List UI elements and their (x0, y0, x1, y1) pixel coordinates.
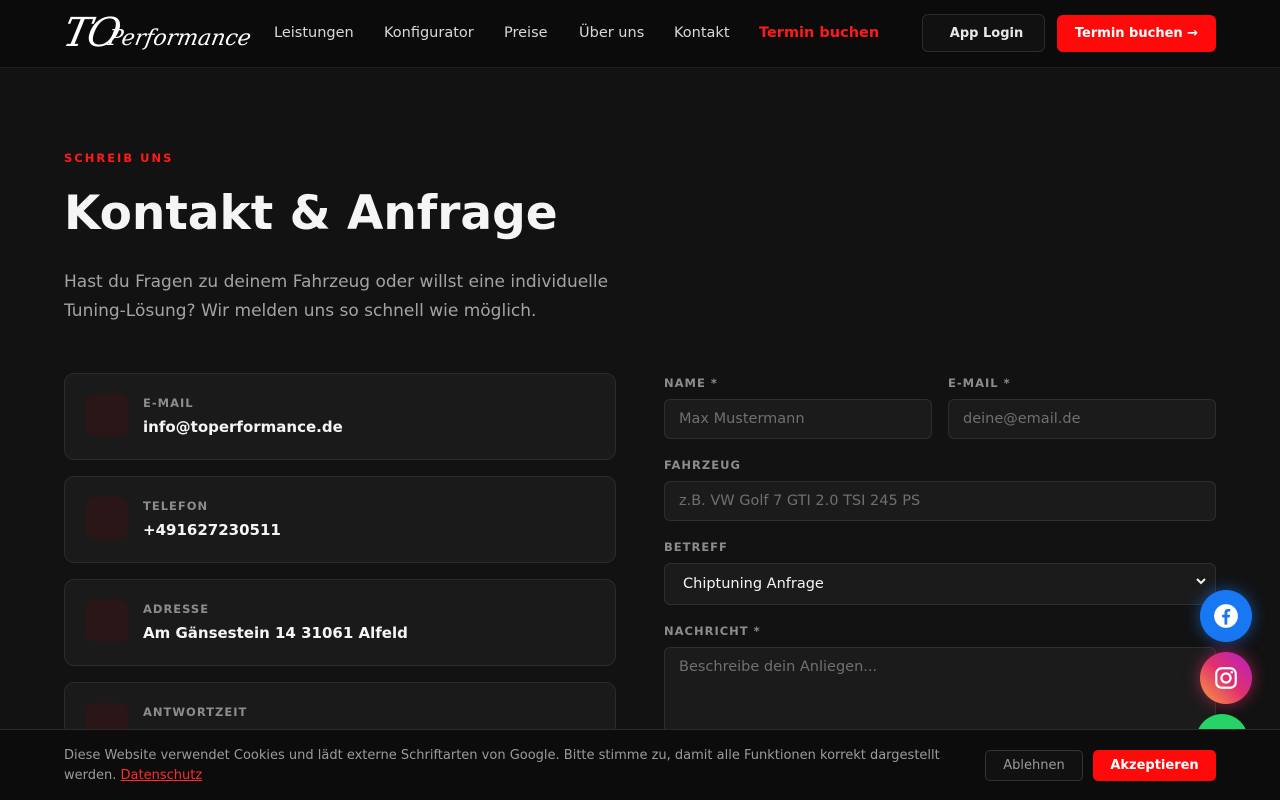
map-pin-icon (86, 600, 128, 642)
contact-value: Am Gänsestein 14 31061 Alfeld (143, 624, 408, 642)
facebook-button[interactable] (1200, 590, 1252, 642)
subject-select[interactable]: Chiptuning Anfrage (664, 563, 1216, 605)
contact-card-email[interactable]: E-MAIL info@toperformance.de (64, 373, 616, 460)
section-eyebrow: SCHREIB UNS (64, 151, 174, 165)
chevron-down-icon (1195, 575, 1207, 590)
app-login-button[interactable]: App Login (922, 14, 1045, 52)
nav-kontakt[interactable]: Kontakt (674, 25, 730, 41)
name-input[interactable]: Max Mustermann (664, 399, 932, 439)
logo[interactable]: TO Performance (59, 8, 253, 58)
vehicle-input[interactable]: z.B. VW Golf 7 GTI 2.0 TSI 245 PS (664, 481, 1216, 521)
nav-preise[interactable]: Preise (504, 25, 548, 41)
contact-label: ADRESSE (143, 602, 210, 616)
nav-konfigurator[interactable]: Konfigurator (384, 25, 474, 41)
site-header: TO Performance Leistungen Konfigurator P… (0, 0, 1280, 68)
app-login-label: App Login (949, 25, 1024, 41)
vehicle-label: FAHRZEUG (664, 458, 741, 472)
contact-value: info@toperformance.de (143, 418, 343, 436)
page-title: Kontakt & Anfrage (64, 186, 558, 241)
contact-label: TELEFON (143, 499, 209, 513)
logo-text: Performance (105, 26, 253, 51)
decline-cookies-button[interactable]: Ablehnen (985, 750, 1083, 781)
privacy-link[interactable]: Datenschutz (121, 768, 203, 783)
instagram-button[interactable] (1200, 652, 1252, 704)
book-appointment-button[interactable]: Termin buchen → (1057, 15, 1216, 52)
cookie-banner: Diese Website verwendet Cookies und lädt… (0, 729, 1280, 800)
contact-label: ANTWORTZEIT (143, 705, 248, 719)
message-label: NACHRICHT * (664, 624, 761, 638)
email-label: E-MAIL * (948, 376, 1011, 390)
nav-leistungen[interactable]: Leistungen (274, 25, 354, 41)
contact-card-address[interactable]: ADRESSE Am Gänsestein 14 31061 Alfeld (64, 579, 616, 666)
facebook-icon (1214, 604, 1238, 628)
cookie-text: Diese Website verwendet Cookies und lädt… (64, 746, 964, 785)
accept-cookies-button[interactable]: Akzeptieren (1093, 750, 1216, 781)
email-input[interactable]: deine@email.de (948, 399, 1216, 439)
mail-icon (86, 394, 128, 436)
nav-ueber-uns[interactable]: Über uns (579, 25, 644, 41)
contact-value: +491627230511 (143, 521, 281, 539)
name-label: NAME * (664, 376, 718, 390)
subject-label: BETREFF (664, 540, 728, 554)
phone-icon (86, 497, 128, 539)
page-intro: Hast du Fragen zu deinem Fahrzeug oder w… (64, 272, 609, 321)
instagram-icon (1215, 667, 1237, 689)
nav-termin-buchen[interactable]: Termin buchen (759, 25, 879, 41)
contact-card-phone[interactable]: TELEFON +491627230511 (64, 476, 616, 563)
contact-label: E-MAIL (143, 396, 194, 410)
subject-selected-value: Chiptuning Anfrage (683, 576, 824, 592)
